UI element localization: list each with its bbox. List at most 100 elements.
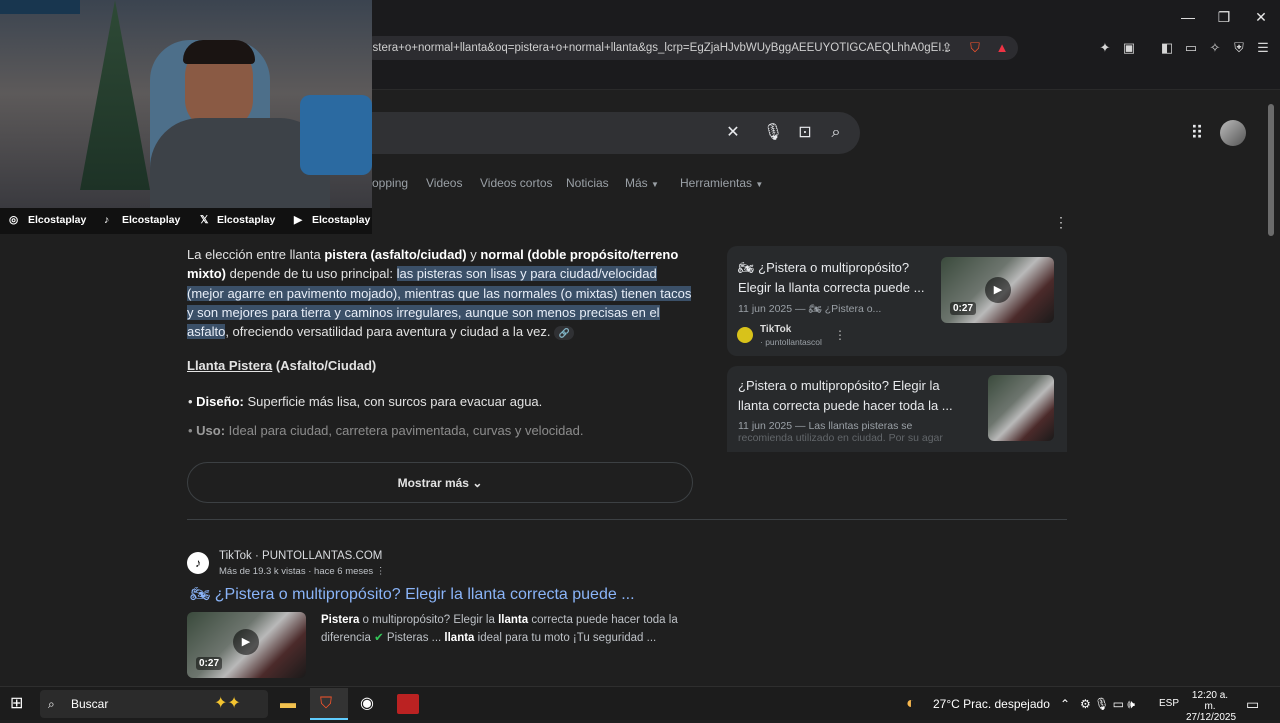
language-indicator[interactable]: ESP: [1159, 693, 1179, 715]
instagram-icon: ◎: [9, 214, 19, 226]
chevron-down-icon: ▼: [651, 180, 659, 189]
tab-more-label: Más: [625, 176, 648, 190]
result-snippet: Pistera o multipropósito? Elegir la llan…: [321, 611, 701, 647]
extensions-icon[interactable]: ✦: [1096, 39, 1114, 57]
search-icon: ⌕: [48, 697, 55, 711]
clock-time: 12:20 a. m.: [1191, 690, 1229, 712]
leo-ai-icon[interactable]: ✧: [1206, 39, 1224, 57]
start-button[interactable]: ⊞: [10, 693, 30, 715]
minimize-button[interactable]: —: [1176, 6, 1200, 28]
side-card-date: 11 jun 2025 — Las llantas pisteras se: [738, 420, 913, 432]
side-card-meta: 11 jun 2025 — Las llantas pisteras se rec…: [738, 420, 978, 450]
tab-shopping[interactable]: opping: [372, 176, 408, 190]
side-card-title[interactable]: ¿Pistera o multipropósito? Elegir la lla…: [738, 376, 974, 415]
weather-text[interactable]: 27°C Prac. despejado: [933, 693, 1050, 715]
overview-heading-link[interactable]: Llanta Pistera: [187, 358, 272, 373]
tab-tools[interactable]: Herramientas ▼: [680, 176, 763, 190]
maximize-button[interactable]: ❐: [1212, 6, 1236, 28]
result-title[interactable]: 🏍 ¿Pistera o multipropósito? Elegir la l…: [190, 584, 635, 604]
wallet-icon[interactable]: ▭: [1182, 39, 1200, 57]
file-explorer-icon[interactable]: ▬: [280, 693, 296, 715]
menu-icon[interactable]: ☰: [1254, 39, 1272, 57]
video-thumbnail[interactable]: [988, 375, 1054, 441]
vpn-icon[interactable]: ⛨: [1230, 39, 1248, 57]
list-item: • Uso: Ideal para ciudad, carretera pavi…: [188, 423, 584, 438]
snippet-bold: llanta: [498, 614, 529, 626]
obs-icon[interactable]: ◉: [360, 693, 374, 715]
overview-text: , ofreciendo versatilidad para aventura …: [225, 324, 551, 340]
clock[interactable]: 12:20 a. m. 27/12/2025: [1186, 690, 1236, 723]
chevron-down-icon: ⌄: [472, 476, 483, 490]
bullet-text: Superficie más lisa, con surcos para eva…: [243, 394, 543, 409]
side-card-title[interactable]: 🏍 ¿Pistera o multipropósito? Elegir la l…: [738, 258, 930, 297]
more-options-icon[interactable]: ⋮: [834, 328, 846, 342]
video-duration: 0:27: [950, 302, 977, 315]
voice-search-icon[interactable]: 🎙: [762, 122, 784, 144]
avatar[interactable]: [1220, 120, 1246, 146]
x-icon: 𝕏: [200, 214, 209, 226]
search-icon[interactable]: ⌕: [825, 122, 847, 144]
check-icon: ✔: [374, 632, 384, 644]
copilot-sparkle-icon[interactable]: ✦✦: [214, 693, 241, 715]
scrollbar-thumb[interactable]: [1268, 104, 1274, 236]
chevron-down-icon: ▼: [755, 180, 764, 189]
tray-icons[interactable]: ⚙ 🎙 ▭ 🕪: [1080, 693, 1135, 715]
handle-tiktok: Elcostaplay: [122, 214, 181, 226]
side-card-snippet: recomienda utilizado en ciudad. Por su a…: [738, 432, 943, 444]
result-title-text: ¿Pistera o multipropósito? Elegir la lla…: [214, 586, 635, 603]
overview-text: depende de tu uso principal:: [226, 266, 397, 282]
result-stats: Más de 19.3 k vistas · hace 6 meses ⋮: [219, 566, 385, 577]
more-options-icon[interactable]: ⋮: [376, 566, 386, 577]
tab-search-icon[interactable]: ▣: [1120, 39, 1138, 57]
snippet-text: o multipropósito? Elegir la: [359, 614, 499, 626]
voicemeeter-icon[interactable]: [397, 694, 419, 714]
address-bar[interactable]: istera+o+normal+llanta&oq=pistera+o+norm…: [362, 36, 1018, 60]
tab-videos[interactable]: Videos: [426, 176, 462, 190]
more-options-icon[interactable]: ⋮: [1054, 214, 1068, 231]
snippet-text: Pisteras ...: [383, 632, 445, 644]
notification-icon[interactable]: ▭: [1246, 693, 1259, 715]
link-icon[interactable]: 🔗: [554, 326, 575, 341]
show-more-label: Mostrar más: [397, 476, 469, 490]
tab-tools-label: Herramientas: [680, 176, 753, 190]
tiktok-emoji-icon: 🏍: [738, 260, 759, 275]
clear-search-icon[interactable]: ✕: [722, 122, 744, 144]
social-handles-bar: ◎ Elcostaplay ♪ Elcostaplay 𝕏 Elcostapla…: [0, 208, 372, 234]
apps-grid-icon[interactable]: ⠿: [1186, 122, 1208, 144]
play-icon: ▶: [233, 629, 259, 655]
side-card-meta: 11 jun 2025 — 🏍 ¿Pistera o...: [738, 303, 882, 315]
person-hair: [183, 40, 255, 64]
snippet-bold: Pistera: [321, 614, 360, 626]
list-item: • Diseño: Superficie más lisa, con surco…: [188, 394, 543, 409]
chevron-up-icon[interactable]: ⌃: [1060, 693, 1070, 715]
share-icon[interactable]: ⇪: [938, 39, 956, 57]
brave-rewards-icon[interactable]: ▲: [993, 39, 1011, 57]
overview-text: y: [466, 247, 481, 262]
video-duration: 0:27: [196, 657, 223, 670]
show-more-button[interactable]: Mostrar más ⌄: [187, 462, 693, 503]
tiktok-icon[interactable]: ♪: [187, 552, 209, 574]
result-site[interactable]: TikTok · PUNTOLLANTAS.COM: [219, 550, 382, 562]
search-input[interactable]: [362, 112, 860, 154]
divider: [187, 519, 1067, 520]
snippet-text: ideal para tu moto ¡Tu seguridad ...: [474, 632, 657, 644]
brave-shields-icon[interactable]: ⛉: [966, 39, 984, 57]
snippet-text: diferencia: [321, 632, 375, 644]
side-card-handle: · puntollantascol: [760, 337, 822, 347]
overview-bold: pistera (asfalto/ciudad): [324, 247, 467, 262]
tab-more[interactable]: Más ▼: [625, 176, 659, 190]
overview-text: La elección entre llanta: [187, 247, 325, 262]
side-card-date: 11 jun 2025 —: [738, 303, 809, 315]
close-button[interactable]: ✕: [1249, 6, 1273, 28]
sidebar-icon[interactable]: ◧: [1158, 39, 1176, 57]
overview-heading: Llanta Pistera (Asfalto/Ciudad): [187, 358, 376, 373]
overview-paragraph: La elección entre llanta pistera (asfalt…: [187, 245, 697, 341]
tab-news[interactable]: Noticias: [566, 176, 609, 190]
bullet-label: Uso:: [196, 423, 226, 438]
url-text: istera+o+normal+llanta&oq=pistera+o+norm…: [370, 42, 952, 54]
lens-search-icon[interactable]: ⊡: [794, 122, 816, 144]
snippet-text: correcta puede hacer toda la: [528, 614, 678, 626]
tab-short-videos[interactable]: Videos cortos: [480, 176, 553, 190]
weather-icon: ◐: [906, 695, 916, 712]
brave-icon: ⛉: [320, 695, 333, 712]
